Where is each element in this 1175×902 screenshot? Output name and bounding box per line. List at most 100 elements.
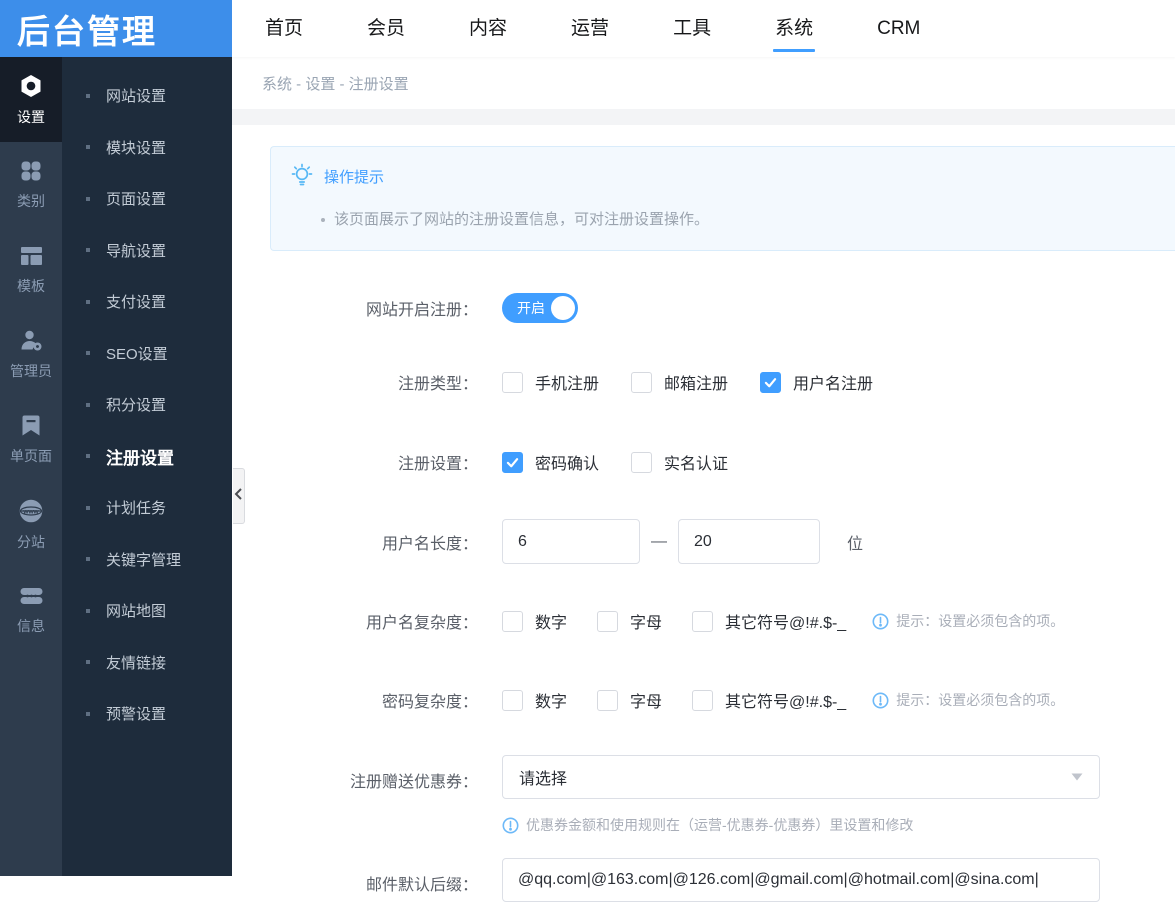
- length-unit: 位: [847, 530, 863, 554]
- bullet-icon: [86, 351, 90, 355]
- submenu-item-keyword-management[interactable]: 关键字管理: [62, 534, 232, 586]
- checkbox-password-letters[interactable]: 字母: [597, 688, 662, 712]
- checkbox-username-symbols[interactable]: 其它符号@!#.$-_: [692, 609, 846, 633]
- bullet-icon: [86, 660, 90, 664]
- checkbox-password-digits[interactable]: 数字: [502, 688, 567, 712]
- rail-item-label: 单页面: [10, 446, 52, 466]
- submenu-item-sitemap[interactable]: 网站地图: [62, 585, 232, 637]
- rail-item-settings[interactable]: 设置: [0, 57, 62, 142]
- checkbox-username-letters[interactable]: 字母: [597, 609, 662, 633]
- submenu-item-points-settings[interactable]: 积分设置: [62, 379, 232, 431]
- checkbox-label: 密码确认: [535, 450, 599, 474]
- username-min-length-input[interactable]: [502, 519, 640, 564]
- checkbox-label: 数字: [535, 688, 567, 712]
- checkbox-password-confirm[interactable]: 密码确认: [502, 450, 599, 474]
- rail-item-subsites[interactable]: www 分站: [0, 482, 62, 567]
- rail-item-categories[interactable]: 类别: [0, 142, 62, 227]
- field-label: 用户名长度：: [232, 530, 478, 554]
- rail-item-label: 分站: [17, 532, 45, 552]
- bullet-icon: [86, 403, 90, 407]
- checkbox-icon: [597, 611, 618, 632]
- rail-item-label: 设置: [17, 107, 45, 127]
- submenu-item-nav-settings[interactable]: 导航设置: [62, 225, 232, 277]
- checkbox-realname-auth[interactable]: 实名认证: [631, 450, 728, 474]
- submenu-item-alert-settings[interactable]: 预警设置: [62, 688, 232, 740]
- username-max-length-input[interactable]: [678, 519, 820, 564]
- bullet-icon: [86, 94, 90, 98]
- bullet-icon: [86, 300, 90, 304]
- bullet-icon: [86, 712, 90, 716]
- checkbox-username-register[interactable]: 用户名注册: [760, 370, 873, 394]
- rail-item-templates[interactable]: 模板: [0, 227, 62, 312]
- submenu-item-page-settings[interactable]: 页面设置: [62, 173, 232, 225]
- submenu-item-label: 预警设置: [106, 703, 166, 724]
- check-icon: [505, 455, 520, 470]
- field-label: 邮件默认后缀：: [232, 858, 478, 895]
- submenu-item-site-settings[interactable]: 网站设置: [62, 70, 232, 122]
- info-icon: [502, 817, 519, 834]
- checkbox-label: 实名认证: [664, 450, 728, 474]
- checkbox-label: 用户名注册: [793, 370, 873, 394]
- checkbox-icon: [631, 372, 652, 393]
- checkbox-checked-icon: [760, 372, 781, 393]
- submenu-item-module-settings[interactable]: 模块设置: [62, 122, 232, 174]
- tab-system[interactable]: 系统: [775, 0, 813, 57]
- checkbox-username-digits[interactable]: 数字: [502, 609, 567, 633]
- toggle-state-label: 开启: [517, 293, 545, 323]
- rail-item-admins[interactable]: 管理员: [0, 312, 62, 397]
- submenu-item-seo-settings[interactable]: SEO设置: [62, 328, 232, 380]
- submenu-item-register-settings[interactable]: 注册设置: [62, 431, 232, 483]
- grid-icon: [19, 159, 43, 183]
- submenu-item-label: 友情链接: [106, 652, 166, 673]
- row-email-suffix: 邮件默认后缀：: [232, 858, 1175, 902]
- submenu-item-cron-tasks[interactable]: 计划任务: [62, 482, 232, 534]
- bookmark-page-icon: [19, 413, 43, 438]
- globe-icon: www: [18, 498, 44, 524]
- app-header: 后台管理 首页 会员 内容 运营 工具 系统 CRM: [0, 0, 1175, 57]
- coupon-hint: 优惠券金额和使用规则在（运营-优惠券-优惠券）里设置和修改: [502, 815, 1100, 835]
- field-label: 密码复杂度：: [232, 688, 478, 712]
- checkbox-icon: [597, 690, 618, 711]
- rail-item-single-page[interactable]: 单页面: [0, 397, 62, 482]
- check-icon: [763, 375, 778, 390]
- bullet-icon: [86, 506, 90, 510]
- tab-content[interactable]: 内容: [469, 0, 507, 57]
- coupon-select[interactable]: 请选择: [502, 755, 1100, 799]
- tab-tools[interactable]: 工具: [673, 0, 711, 57]
- checkbox-icon: [502, 690, 523, 711]
- admin-user-icon: [19, 328, 44, 353]
- separator-band: [232, 109, 1175, 125]
- checkbox-icon: [502, 372, 523, 393]
- tab-operations[interactable]: 运营: [571, 0, 609, 57]
- rail-item-label: 管理员: [10, 361, 52, 381]
- rail-item-label: 信息: [17, 616, 45, 636]
- submenu-item-label: 关键字管理: [106, 549, 181, 570]
- checkbox-checked-icon: [502, 452, 523, 473]
- rail-item-messages[interactable]: 信息: [0, 567, 62, 652]
- chevron-down-icon: [1071, 768, 1083, 786]
- checkbox-label: 邮箱注册: [664, 370, 728, 394]
- row-register-type: 注册类型： 手机注册 邮箱注册 用户名注册: [232, 370, 1175, 394]
- submenu-item-label: 网站设置: [106, 85, 166, 106]
- tab-members[interactable]: 会员: [367, 0, 405, 57]
- email-suffix-input[interactable]: [502, 858, 1100, 902]
- checkbox-password-symbols[interactable]: 其它符号@!#.$-_: [692, 688, 846, 712]
- tab-home[interactable]: 首页: [265, 0, 303, 57]
- checkbox-phone-register[interactable]: 手机注册: [502, 370, 599, 394]
- checkbox-email-register[interactable]: 邮箱注册: [631, 370, 728, 394]
- submenu-item-friend-links[interactable]: 友情链接: [62, 637, 232, 689]
- submenu-item-payment-settings[interactable]: 支付设置: [62, 276, 232, 328]
- sidebar-collapse-handle[interactable]: [233, 468, 245, 524]
- chevron-left-icon: [234, 487, 243, 506]
- register-toggle[interactable]: 开启: [502, 293, 578, 323]
- submenu-item-label: 网站地图: [106, 600, 166, 621]
- tip-text: 该页面展示了网站的注册设置信息，可对注册设置操作。: [334, 209, 709, 230]
- submenu-item-label: 模块设置: [106, 137, 166, 158]
- bulb-icon: [291, 163, 313, 193]
- bullet-icon: [86, 248, 90, 252]
- top-navigation: 首页 会员 内容 运营 工具 系统 CRM: [232, 0, 1175, 57]
- tab-crm[interactable]: CRM: [877, 0, 920, 57]
- checkbox-label: 其它符号@!#.$-_: [725, 609, 846, 633]
- register-settings-panel: 操作提示 该页面展示了网站的注册设置信息，可对注册设置操作。 网站开启注册： 开…: [232, 146, 1175, 902]
- hint-text: 优惠券金额和使用规则在（运营-优惠券-优惠券）里设置和修改: [526, 815, 913, 835]
